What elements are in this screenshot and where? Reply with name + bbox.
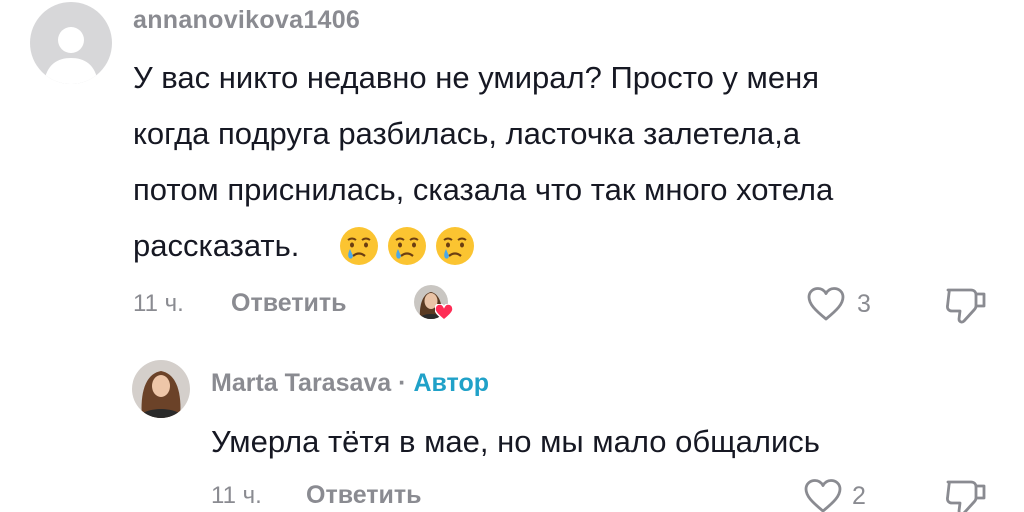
reply-text: Умерла тётя в мае, но мы мало общались [211, 424, 820, 459]
thumbs-down-icon[interactable] [944, 476, 988, 512]
like-count: 3 [857, 290, 871, 318]
crying-face-icon [436, 227, 474, 265]
comment-username[interactable]: annanovikova1406 [133, 6, 360, 35]
reply-button[interactable]: Ответить [231, 289, 347, 318]
default-avatar-icon[interactable] [30, 2, 112, 84]
separator-dot: · [398, 369, 407, 397]
like-count: 2 [852, 482, 866, 510]
reply-username-row: Marta Tarasava · Автор [211, 369, 489, 398]
heart-outline-icon[interactable] [803, 478, 843, 512]
comment-item: annanovikova1406 У вас никто недавно не … [0, 0, 1024, 340]
user-avatar-icon[interactable] [132, 360, 190, 418]
crying-face-icon [340, 227, 378, 265]
person-silhouette-icon [44, 27, 98, 84]
reply-comment-item: Marta Tarasava · Автор Умерла тётя в мае… [0, 340, 1024, 512]
reply-timestamp: 11 ч. [211, 482, 262, 509]
heart-badge-icon [435, 304, 453, 321]
reply-button[interactable]: Ответить [306, 481, 422, 510]
comments-screen: annanovikova1406 У вас никто недавно не … [0, 0, 1024, 512]
author-badge: Автор [413, 369, 489, 397]
comment-text-line: потом приснилась, сказала что так много … [133, 172, 834, 207]
comment-text-line: У вас никто недавно не умирал? Просто у … [133, 60, 819, 95]
thumbs-down-icon[interactable] [944, 284, 988, 324]
comment-timestamp: 11 ч. [133, 290, 184, 317]
crying-face-icon [388, 227, 426, 265]
heart-outline-icon[interactable] [806, 286, 846, 322]
comment-text-line: когда подруга разбилась, ласточка залете… [133, 116, 801, 151]
comment-text-line: рассказать. [133, 228, 300, 263]
reply-username[interactable]: Marta Tarasava [211, 369, 391, 397]
creator-liked-avatar-icon [413, 284, 453, 324]
